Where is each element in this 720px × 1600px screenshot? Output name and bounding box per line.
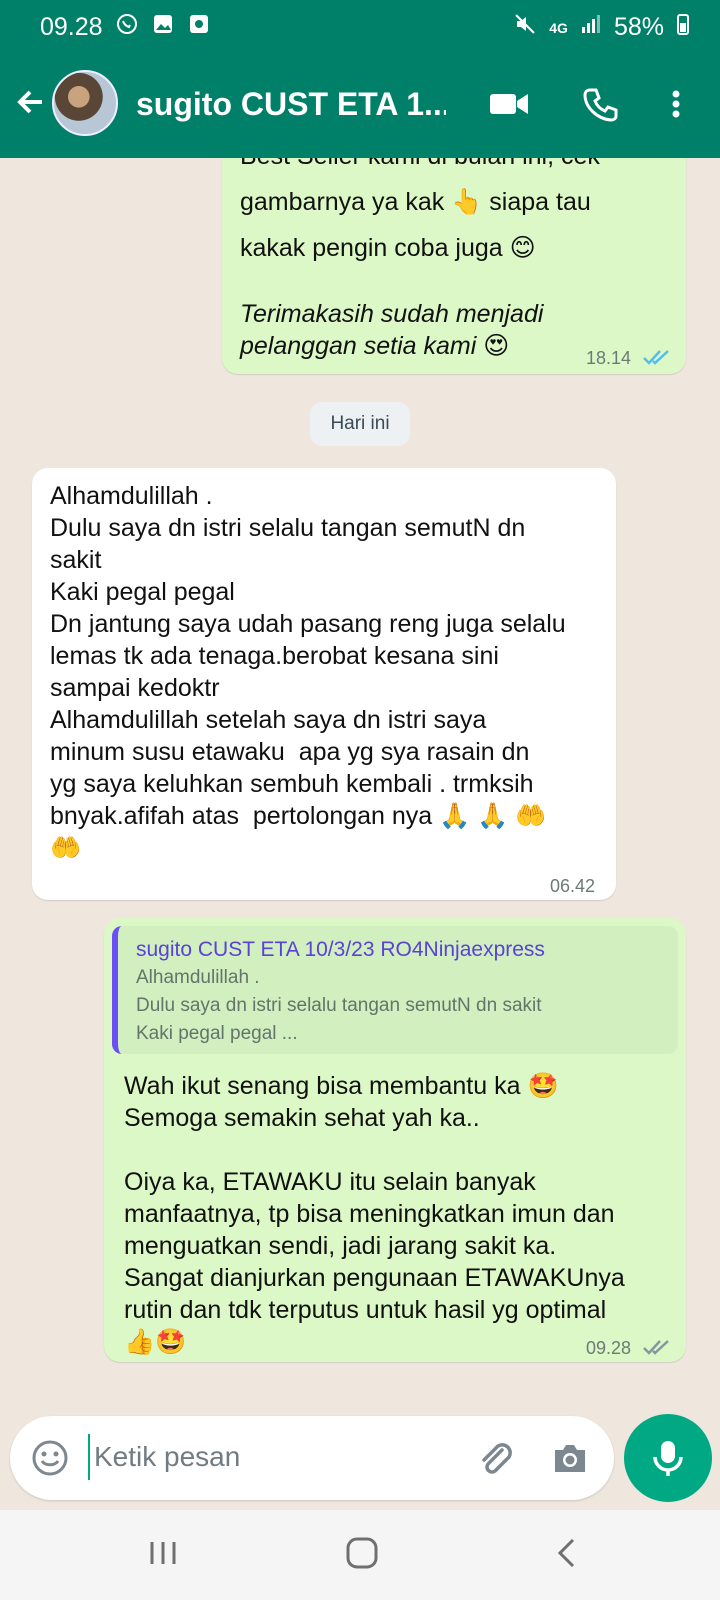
message-line: minum susu etawaku apa yg sya rasain dn — [50, 738, 530, 766]
message-line: yg saya keluhkan sembuh kembali . trmksi… — [50, 770, 534, 798]
more-vertical-icon[interactable] — [668, 84, 684, 129]
delivered-receipt-icon — [642, 1332, 672, 1355]
emoji-icon[interactable] — [30, 1438, 70, 1483]
status-right: 4G 58% — [513, 12, 690, 43]
message-line: menguatkan sendi, jadi jarang sakit ka. — [124, 1232, 557, 1260]
chat-app-bar: sugito CUST ETA 1... — [0, 60, 720, 150]
message-line: Dulu saya dn istri selalu tangan semutN … — [50, 514, 526, 542]
arrow-back-icon[interactable] — [12, 82, 52, 122]
message-line: rutin dan tdk terputus untuk hasil yg op… — [124, 1296, 607, 1324]
message-time: 06.42 — [550, 876, 596, 896]
battery-level: 58% — [613, 13, 664, 41]
message-line: Wah ikut senang bisa membantu ka 🤩 — [124, 1072, 559, 1100]
contact-avatar[interactable] — [52, 70, 118, 136]
message-line: lemas tk ada tenaga.berobat kesana sini — [50, 642, 499, 670]
message-time: 09.28 — [586, 1338, 632, 1358]
status-left: 09.28 — [40, 12, 211, 43]
back-nav-icon[interactable] — [550, 1536, 584, 1575]
message-line: Dn jantung saya udah pasang reng juga se… — [50, 610, 566, 638]
camera-icon[interactable] — [550, 1438, 590, 1483]
home-icon[interactable] — [345, 1536, 379, 1575]
day-divider: Hari ini — [310, 402, 410, 446]
signal-icon — [580, 13, 602, 42]
message-line: sampai kedoktr — [50, 674, 220, 702]
quoted-author: sugito CUST ETA 10/3/23 RO4Ninjaexpress — [136, 938, 545, 961]
message-line: pelanggan setia kami 😍 — [240, 332, 510, 360]
mute-icon — [513, 12, 537, 43]
message-line: Alhamdulillah setelah saya dn istri saya — [50, 706, 487, 734]
system-nav-bar — [0, 1510, 720, 1600]
top-bar: 09.28 4G 58% sugito CUST ETA 1... — [0, 0, 720, 158]
chat-area[interactable]: Best Seller kami di bulan ini, cek gamba… — [0, 158, 720, 1510]
message-line: Oiya ka, ETAWAKU itu selain banyak — [124, 1168, 536, 1196]
message-partial-line: Best Seller kami di bulan ini, cek — [240, 158, 600, 172]
paperclip-icon[interactable] — [472, 1436, 516, 1485]
quoted-message[interactable]: sugito CUST ETA 10/3/23 RO4Ninjaexpress … — [112, 926, 678, 1054]
message-line: Terimakasih sudah menjadi — [240, 300, 544, 328]
message-line: manfaatnya, tp bisa meningkatkan imun da… — [124, 1200, 615, 1228]
network-type: 4G — [549, 19, 568, 36]
gallery-icon — [151, 12, 175, 43]
message-incoming[interactable]: Alhamdulillah . Dulu saya dn istri selalu… — [32, 468, 616, 900]
message-text: Alhamdulillah . Dulu saya dn istri selalu… — [50, 480, 598, 864]
status-bar: 09.28 4G 58% — [0, 0, 720, 52]
recent-apps-icon[interactable] — [146, 1536, 180, 1575]
video-call-icon[interactable] — [488, 84, 530, 129]
phone-icon[interactable] — [580, 84, 620, 129]
message-line: kakak pengin coba juga 😊 — [240, 234, 536, 262]
message-line: Semoga semakin sehat yah ka.. — [124, 1104, 480, 1132]
microphone-icon[interactable] — [624, 1414, 712, 1502]
message-reply[interactable]: sugito CUST ETA 10/3/23 RO4Ninjaexpress … — [104, 918, 686, 1362]
message-text: Wah ikut senang bisa membantu ka 🤩 Semoga… — [124, 1070, 670, 1358]
whatsapp-icon — [115, 12, 139, 43]
message-line: 🤲 — [50, 834, 82, 862]
message-line: Alhamdulillah . — [50, 482, 213, 510]
notification-icon — [187, 12, 211, 43]
read-receipt-icon — [642, 342, 672, 365]
message-line: gambarnya ya kak 👆 siapa tau — [240, 188, 591, 216]
message-line: Kaki pegal pegal — [50, 578, 235, 606]
message-composer — [10, 1416, 614, 1500]
message-outgoing[interactable]: Best Seller kami di bulan ini, cek gamba… — [222, 158, 686, 374]
message-line: Sangat dianjurkan pengunaan ETAWAKUnya — [124, 1264, 625, 1292]
quoted-text: Alhamdulillah . Dulu saya dn istri selal… — [136, 967, 542, 1044]
status-time: 09.28 — [40, 13, 103, 41]
battery-icon — [676, 12, 690, 43]
chat-title[interactable]: sugito CUST ETA 1... — [136, 86, 446, 123]
message-input[interactable] — [88, 1434, 448, 1480]
message-time: 18.14 — [586, 348, 632, 368]
message-line: sakit — [50, 546, 102, 574]
message-line — [124, 1134, 670, 1166]
message-line: bnyak.afifah atas pertolongan nya 🙏 🙏 🤲 — [50, 802, 547, 830]
